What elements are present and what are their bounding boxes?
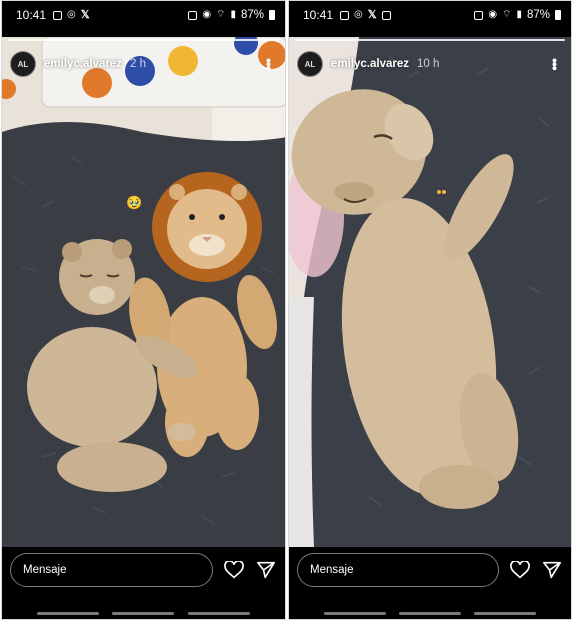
- photo-icon: [53, 10, 63, 20]
- nav-recent-button[interactable]: [36, 612, 99, 615]
- story-time-ago: 2 h: [130, 58, 147, 70]
- wifi-icon: ⌔: [502, 9, 512, 20]
- status-bar: 10:41 ◎ 𝕏 ◉ ⌔ ▮ 87%: [289, 1, 571, 29]
- more-options-icon[interactable]: •••: [547, 58, 563, 70]
- battery-icon: [555, 10, 561, 20]
- story-progress-bar: [295, 39, 565, 41]
- story-image-lion-cub-sleeping[interactable]: [289, 37, 571, 547]
- photo-icon: [340, 10, 350, 20]
- status-bar: 10:41 ◎ 𝕏 ◉ ⌔ ▮ 87%: [2, 1, 285, 29]
- send-icon[interactable]: [255, 559, 277, 581]
- gallery-icon: [381, 10, 391, 20]
- battery-percent: 87%: [526, 9, 550, 21]
- battery-icon: [269, 10, 275, 20]
- alarm-icon: [474, 10, 484, 20]
- signal-icon: ▮: [230, 9, 236, 20]
- message-input[interactable]: Mensaje: [10, 553, 213, 587]
- story-screen-right: 10:41 ◎ 𝕏 ◉ ⌔ ▮ 87% AL emilyc.alvarez 10…: [288, 0, 572, 620]
- reply-bar: Mensaje: [289, 552, 571, 588]
- heart-icon[interactable]: [509, 559, 531, 581]
- avatar[interactable]: AL: [297, 51, 323, 77]
- system-nav-bar: [289, 612, 571, 615]
- whatsapp-icon: ◎: [67, 9, 76, 20]
- story-progress-bar: [8, 39, 279, 41]
- reply-bar: Mensaje: [2, 552, 285, 588]
- avatar[interactable]: AL: [10, 51, 36, 77]
- nav-back-button[interactable]: [474, 612, 537, 615]
- status-time: 10:41: [16, 8, 47, 22]
- username[interactable]: emilyc.alvarez: [331, 58, 409, 70]
- username[interactable]: emilyc.alvarez: [44, 58, 122, 70]
- more-options-icon[interactable]: •••: [261, 58, 277, 70]
- heart-icon[interactable]: [223, 559, 245, 581]
- x-icon: 𝕏: [80, 8, 90, 21]
- signal-icon: ▮: [516, 9, 522, 20]
- wifi-icon: ⌔: [216, 9, 226, 20]
- system-nav-bar: [2, 612, 285, 615]
- nav-back-button[interactable]: [188, 612, 251, 615]
- svg-text:🥹: 🥹: [126, 195, 142, 210]
- mute-icon: ◉: [202, 9, 212, 20]
- story-header: AL emilyc.alvarez 10 h •••: [297, 49, 563, 79]
- alarm-icon: [188, 10, 198, 20]
- nav-home-button[interactable]: [112, 612, 175, 615]
- story-image-lion-cub-with-plush[interactable]: 🥹: [2, 37, 285, 547]
- whatsapp-icon: ◎: [354, 9, 363, 20]
- x-icon: 𝕏: [367, 8, 377, 21]
- story-screen-left: 10:41 ◎ 𝕏 ◉ ⌔ ▮ 87% 🥹 AL emilyc.alvarez …: [1, 0, 286, 620]
- mute-icon: ◉: [488, 9, 498, 20]
- nav-recent-button[interactable]: [323, 612, 386, 615]
- story-time-ago: 10 h: [417, 58, 440, 70]
- send-icon[interactable]: [541, 559, 563, 581]
- status-time: 10:41: [303, 8, 334, 22]
- story-header: AL emilyc.alvarez 2 h •••: [10, 49, 277, 79]
- nav-home-button[interactable]: [398, 612, 461, 615]
- battery-percent: 87%: [240, 9, 264, 21]
- message-input[interactable]: Mensaje: [297, 553, 499, 587]
